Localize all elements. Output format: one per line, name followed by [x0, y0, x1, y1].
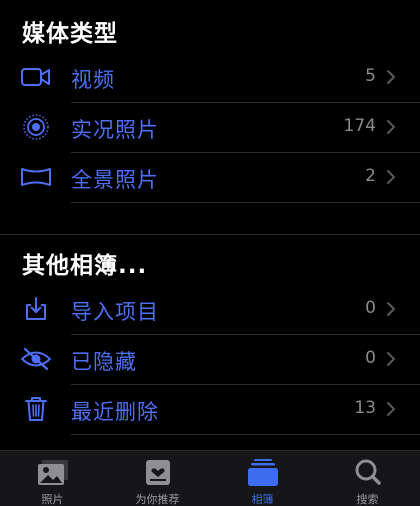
- row-count: 2: [365, 166, 376, 186]
- chevron-right-icon: [384, 68, 398, 86]
- chevron-right-icon: [384, 118, 398, 136]
- trash-icon: [20, 396, 52, 422]
- section-title-media-types: 媒体类型: [22, 21, 118, 47]
- row-hidden[interactable]: 已隐藏 0: [0, 334, 420, 384]
- row-count: 13: [354, 398, 376, 418]
- tab-for-you[interactable]: 为你推荐: [105, 451, 210, 506]
- tab-label: 相簿: [251, 493, 274, 506]
- tab-label: 照片: [41, 493, 64, 506]
- tab-label: 为你推荐: [135, 493, 180, 506]
- chevron-right-icon: [384, 400, 398, 418]
- row-label: 视频: [71, 68, 115, 92]
- divider: [71, 434, 420, 435]
- panorama-icon: [20, 164, 52, 190]
- eye-slash-icon: [20, 346, 52, 372]
- for-you-icon: [141, 458, 175, 488]
- chevron-right-icon: [384, 168, 398, 186]
- chevron-right-icon: [384, 300, 398, 318]
- tab-photos[interactable]: 照片: [0, 451, 105, 506]
- row-recently-deleted[interactable]: 最近删除 13: [0, 384, 420, 434]
- row-label: 实况照片: [71, 118, 159, 142]
- photo-icon: [36, 458, 70, 488]
- row-label: 已隐藏: [71, 350, 137, 374]
- tab-bar: 照片 为你推荐 相簿 搜索: [0, 450, 420, 506]
- tab-search[interactable]: 搜索: [315, 451, 420, 506]
- row-count: 174: [343, 116, 376, 136]
- row-label: 全景照片: [71, 168, 159, 192]
- row-count: 0: [365, 298, 376, 318]
- row-count: 0: [365, 348, 376, 368]
- chevron-right-icon: [384, 350, 398, 368]
- row-label: 导入项目: [71, 300, 159, 324]
- section-title-other-albums: 其他相簿...: [22, 253, 148, 279]
- tab-label: 搜索: [356, 493, 379, 506]
- import-icon: [20, 296, 52, 322]
- row-label: 最近删除: [71, 400, 159, 424]
- live-photo-icon: [20, 114, 52, 140]
- divider: [71, 202, 420, 203]
- row-live-photos[interactable]: 实况照片 174: [0, 102, 420, 152]
- video-camera-icon: [20, 64, 52, 90]
- row-count: 5: [365, 66, 376, 86]
- row-videos[interactable]: 视频 5: [0, 52, 420, 102]
- tab-albums[interactable]: 相簿: [210, 451, 315, 506]
- row-imports[interactable]: 导入项目 0: [0, 284, 420, 334]
- search-icon: [351, 458, 385, 488]
- row-panoramas[interactable]: 全景照片 2: [0, 152, 420, 202]
- section-divider: [0, 234, 420, 235]
- albums-screen: 媒体类型 视频 5 实况照片 174 全景照片 2 其他相簿... 导入项目 0…: [0, 0, 420, 506]
- albums-icon: [246, 458, 280, 488]
